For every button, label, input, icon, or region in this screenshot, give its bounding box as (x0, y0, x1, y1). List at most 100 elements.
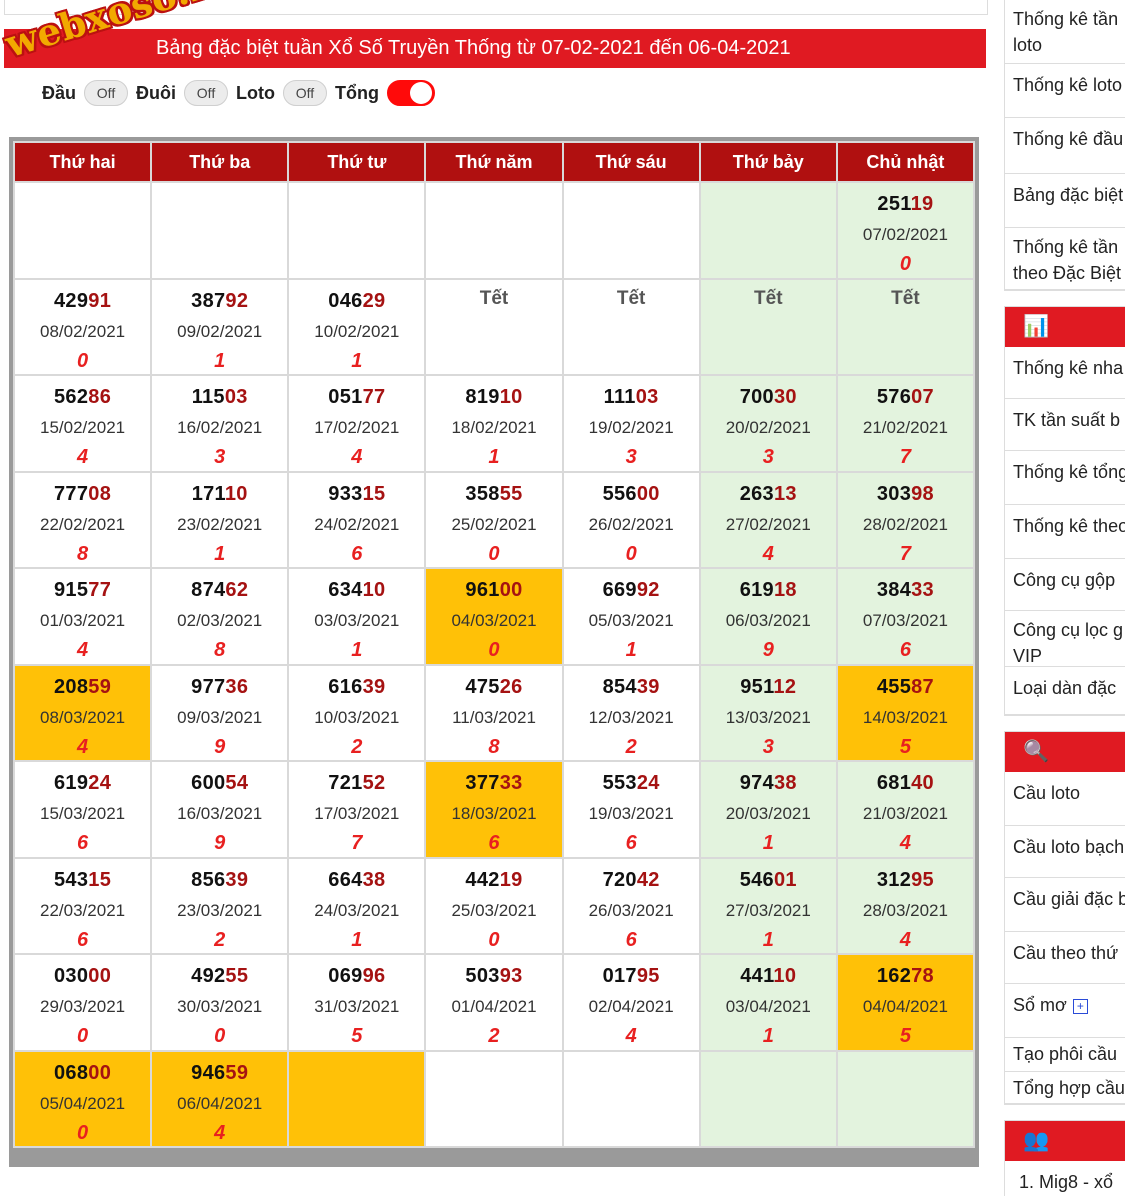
digit-sum: 4 (77, 639, 89, 661)
day-cell: 54315 22/03/2021 6 (12, 856, 153, 955)
prize-number-tail: 03 (635, 386, 659, 408)
main-content: Bảng đặc biệt tuần Xổ Số Truyền Thống từ… (0, 0, 990, 1196)
sidebar-link[interactable]: Sổ mơ + (1005, 984, 1125, 1038)
toggle-label: Đuôi (136, 82, 177, 103)
prize-number-tail: 55 (225, 965, 249, 987)
prize-number: 91577 (15, 579, 150, 602)
prize-number-tail: 24 (636, 772, 660, 794)
sidebar-link[interactable]: Tổng hợp cầu (1005, 1072, 1125, 1104)
sidebar-link-label: Tổng hợp cầu (1013, 1078, 1125, 1098)
sidebar-link[interactable]: Cầu loto bạch (1005, 826, 1125, 878)
prize-number-tail: 92 (225, 289, 249, 312)
draw-date: 31/03/2021 (314, 997, 400, 1016)
draw-date: 21/03/2021 (862, 804, 948, 823)
digit-sum: 1 (762, 1025, 774, 1047)
prize-number: 87462 (152, 579, 287, 602)
sidebar: Thống kê tần loto Thống kê loto Thống kê đ… (1004, 0, 1125, 1196)
toggle-switch-off[interactable]: Off (283, 80, 327, 106)
day-cell (12, 181, 153, 280)
sidebar-link[interactable]: Thống kê tần loto (1005, 0, 1125, 64)
prize-number-head: 854 (602, 675, 637, 698)
sidebar-link[interactable]: Thống kê đầu (1005, 118, 1125, 174)
day-cell: 05177 17/02/2021 4 (287, 374, 427, 473)
draw-date: 26/02/2021 (588, 514, 674, 534)
sidebar-section-title: 🔍 (1005, 732, 1125, 772)
day-cell: 55600 26/02/2021 0 (561, 470, 701, 569)
prize-number: 55324 (564, 772, 699, 795)
prize-number-tail: 03 (224, 386, 248, 408)
digit-sum: 1 (351, 928, 363, 951)
day-cell: 96100 04/03/2021 0 (424, 567, 564, 666)
prize-number: 61918 (701, 579, 836, 602)
sidebar-link[interactable]: Tạo phôi cầu (1005, 1038, 1125, 1072)
prize-number: 95112 (701, 676, 836, 699)
sidebar-link[interactable]: TK tần suất b (1005, 399, 1125, 451)
prize-number-head: 051 (328, 386, 363, 408)
prize-number: 06996 (289, 965, 424, 988)
prize-number: 16278 (838, 965, 973, 988)
day-cell: 91577 01/03/2021 4 (12, 567, 153, 666)
prize-number-head: 171 (191, 482, 225, 505)
day-cell: 55324 19/03/2021 6 (561, 760, 701, 859)
digit-sum: 1 (762, 928, 774, 951)
draw-date: 03/04/2021 (725, 997, 811, 1016)
sidebar-link-label: Thống kê tần loto (1013, 9, 1119, 55)
sidebar-link[interactable]: Thống kê theo (1005, 505, 1125, 559)
draw-date: 18/03/2021 (451, 804, 537, 823)
digit-sum: 5 (351, 1025, 363, 1047)
prize-number-head: 721 (328, 772, 363, 794)
digit-sum: 2 (488, 1025, 500, 1047)
column-header: Thứ ba (150, 141, 290, 183)
prize-number-tail: 42 (636, 868, 660, 891)
sidebar-link[interactable]: Thống kê tổng (1005, 451, 1125, 505)
day-cell (561, 181, 701, 280)
day-cell: 85639 23/03/2021 2 (150, 856, 290, 955)
sidebar-link[interactable]: Cầu giải đặc b (1005, 878, 1125, 932)
day-cell (287, 1049, 427, 1148)
prize-number: 17110 (152, 483, 287, 506)
prize-number-head: 562 (54, 386, 89, 408)
sidebar-link[interactable]: Thống kê loto (1005, 64, 1125, 118)
prize-number-tail: 00 (636, 482, 660, 505)
prize-number: 61639 (289, 676, 424, 699)
sidebar-link[interactable]: Bảng đặc biệt (1005, 174, 1125, 228)
prize-number-tail: 95 (911, 868, 934, 891)
prize-number-head: 951 (740, 675, 774, 698)
toggle-switch-off[interactable]: Off (184, 80, 229, 106)
digit-sum: 9 (214, 832, 226, 854)
toggle-switch-off[interactable]: Off (84, 80, 129, 106)
day-cell: 61918 06/03/2021 9 (698, 567, 838, 666)
prize-number-tail: 24 (88, 772, 112, 794)
sidebar-link[interactable]: 1. Mig8 - xổ (1005, 1161, 1125, 1196)
digit-sum: 3 (762, 446, 774, 468)
sidebar-link[interactable]: Công cụ gộp (1005, 559, 1125, 611)
sidebar-link[interactable]: Thống kê nha (1005, 347, 1125, 399)
sidebar-link[interactable]: Loại dàn đặc (1005, 667, 1125, 715)
draw-date: 27/02/2021 (725, 514, 811, 534)
draw-date: 26/03/2021 (588, 900, 674, 920)
day-cell: 57607 21/02/2021 7 (835, 374, 976, 473)
prize-number: 49255 (152, 965, 287, 988)
draw-date: 19/02/2021 (588, 418, 674, 437)
toggle-switch-on[interactable] (386, 80, 435, 106)
draw-date: 19/03/2021 (588, 804, 674, 823)
sidebar-link[interactable]: Công cụ lọc g VIP (1005, 611, 1125, 667)
digit-sum: 9 (762, 639, 774, 661)
sidebar-link[interactable]: Thống kê tần theo Đặc Biệt (1005, 228, 1125, 290)
expand-plus-icon[interactable]: + (1072, 998, 1088, 1014)
column-header: Thứ sáu (561, 141, 701, 183)
prize-number-tail: 38 (362, 868, 386, 891)
digit-sum: 8 (77, 542, 89, 565)
digit-sum: 8 (214, 639, 226, 661)
prize-number-tail: 92 (636, 579, 660, 601)
sidebar-group-stats-links: Thống kê tần loto Thống kê loto Thống kê đ… (1004, 0, 1125, 291)
prize-number-tail: 40 (911, 772, 934, 794)
draw-date: 21/02/2021 (862, 418, 948, 437)
sidebar-link-label: Cầu giải đặc b (1013, 889, 1125, 909)
sidebar-link[interactable]: Cầu theo thứ (1005, 932, 1125, 984)
prize-number-tail: 19 (910, 193, 934, 215)
prize-number: 72042 (564, 869, 699, 892)
day-cell: 25119 07/02/2021 0 (835, 181, 976, 280)
sidebar-link[interactable]: Cầu loto (1005, 772, 1125, 826)
prize-number: 68140 (838, 772, 973, 795)
